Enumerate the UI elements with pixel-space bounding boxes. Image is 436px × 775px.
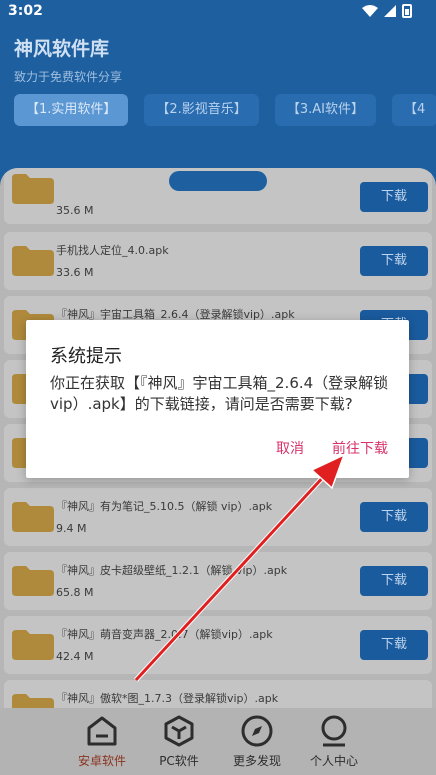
- file-size: 42.4 M: [56, 650, 94, 663]
- list-item[interactable]: 『神风』傲软*图_1.7.3（登录解锁vip）.apk: [4, 680, 432, 708]
- tab-video-music[interactable]: 【2.影视音乐】: [144, 94, 259, 126]
- app-title: 神风软件库: [14, 38, 110, 60]
- file-size: 33.6 M: [56, 266, 94, 279]
- folder-icon: [12, 502, 54, 532]
- nav-label: 个人中心: [309, 754, 358, 768]
- person-icon: [321, 715, 347, 747]
- status-bar: 3:02: [0, 0, 436, 24]
- wifi-icon: [362, 5, 378, 17]
- category-tabs: 【1.实用软件】 【2.影视音乐】 【3.AI软件】 【4: [14, 94, 436, 126]
- nav-personal-center[interactable]: 个人中心: [294, 714, 374, 769]
- bottom-navigation: 安卓软件 PC软件 更多发现 个人中心: [0, 708, 436, 775]
- nav-discover-more[interactable]: 更多发现: [217, 714, 297, 769]
- folder-icon: [12, 174, 54, 204]
- list-item[interactable]: 『神风』皮卡超级壁纸_1.2.1（解锁 vip）.apk 65.8 M 下载: [4, 552, 432, 610]
- dialog-title: 系统提示: [50, 346, 122, 367]
- file-name: 『神风』傲软*图_1.7.3（登录解锁vip）.apk: [56, 692, 279, 705]
- nav-label: 更多发现: [232, 754, 281, 768]
- tab-4[interactable]: 【4: [391, 94, 436, 126]
- file-size: 35.6 M: [56, 204, 94, 217]
- home-icon: [87, 716, 117, 746]
- file-name: 『神风』皮卡超级壁纸_1.2.1（解锁 vip）.apk: [56, 564, 288, 577]
- compass-icon: [241, 715, 273, 747]
- cancel-button[interactable]: 取消: [276, 438, 304, 458]
- tab-practical-software[interactable]: 【1.实用软件】: [14, 94, 129, 126]
- list-item[interactable]: 手机找人定位_4.0.apk 33.6 M 下载: [4, 232, 432, 290]
- app-header: 神风软件库 致力于免费软件分享 【1.实用软件】 【2.影视音乐】 【3.AI软…: [0, 24, 436, 174]
- download-button[interactable]: 下载: [360, 502, 428, 532]
- go-download-button[interactable]: 前往下载: [332, 438, 388, 458]
- tab-ai-software[interactable]: 【3.AI软件】: [274, 94, 376, 126]
- battery-icon: [402, 4, 412, 18]
- status-icons: [362, 4, 412, 18]
- folder-icon: [12, 246, 54, 276]
- nav-label: 安卓软件: [77, 754, 126, 768]
- nav-pc-software[interactable]: PC软件: [139, 714, 219, 769]
- cube-icon: [164, 715, 194, 747]
- drag-handle[interactable]: [169, 171, 267, 191]
- file-size: 9.4 M: [56, 522, 87, 535]
- list-item[interactable]: 『神风』萌音变声器_2.0.7（解锁vip）.apk 42.4 M 下载: [4, 616, 432, 674]
- file-name: 手机找人定位_4.0.apk: [56, 244, 169, 257]
- file-name: 『神风』萌音变声器_2.0.7（解锁vip）.apk: [56, 628, 273, 641]
- app-subtitle: 致力于免费软件分享: [14, 70, 123, 84]
- download-button[interactable]: 下载: [360, 630, 428, 660]
- folder-icon: [12, 630, 54, 660]
- signal-icon: [384, 5, 396, 17]
- list-item[interactable]: 『神风』有为笔记_5.10.5（解锁 vip）.apk 9.4 M 下载: [4, 488, 432, 546]
- file-size: 65.8 M: [56, 586, 94, 599]
- folder-icon: [12, 694, 54, 708]
- download-button[interactable]: 下载: [360, 566, 428, 596]
- dialog-message: 你正在获取【『神风』宇宙工具箱_2.6.4（登录解锁vip）.apk】的下载链接…: [50, 374, 389, 413]
- download-button[interactable]: 下载: [360, 246, 428, 276]
- status-time: 3:02: [8, 3, 43, 19]
- system-prompt-dialog: 系统提示 你正在获取【『神风』宇宙工具箱_2.6.4（登录解锁vip）.apk】…: [26, 320, 409, 478]
- file-name: 『神风』有为笔记_5.10.5（解锁 vip）.apk: [56, 500, 273, 513]
- download-button[interactable]: 下载: [360, 182, 428, 212]
- folder-icon: [12, 566, 54, 596]
- nav-android-software[interactable]: 安卓软件: [62, 714, 142, 769]
- nav-label: PC软件: [159, 754, 199, 768]
